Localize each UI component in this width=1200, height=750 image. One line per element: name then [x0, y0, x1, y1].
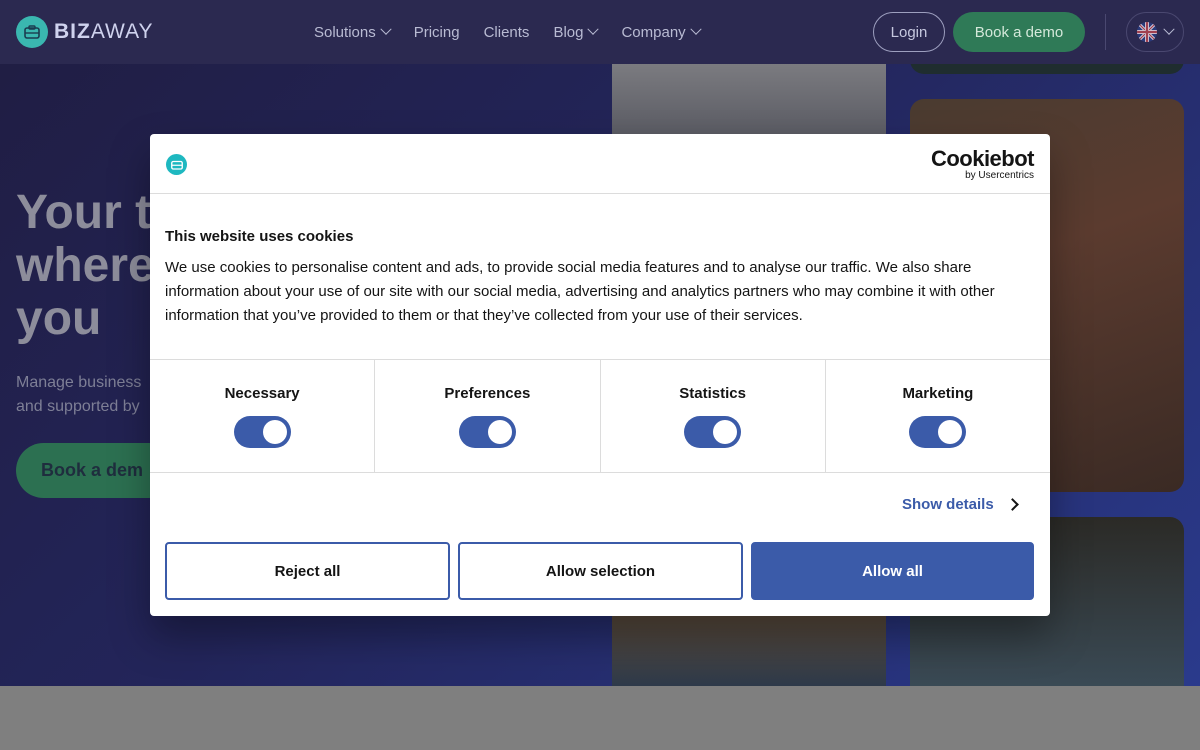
chevron-right-icon: [1005, 498, 1019, 511]
chevron-down-icon: [1163, 23, 1175, 35]
necessary-switch[interactable]: [233, 416, 291, 448]
switch-knob: [938, 420, 963, 444]
preferences-switch[interactable]: [458, 416, 516, 448]
switch-knob: [262, 420, 287, 444]
switch-knob: [487, 420, 512, 444]
toggle-label: Necessary: [224, 385, 300, 402]
cookiebot-logo[interactable]: Cookiebot by Usercentrics: [930, 146, 1035, 182]
allow-selection-button[interactable]: Allow selection: [458, 542, 743, 600]
toggle-preferences: Preferences: [375, 360, 601, 472]
toggle-label: Statistics: [679, 385, 746, 402]
hero-photo-office: [612, 64, 886, 136]
switch-knob: [713, 420, 738, 444]
chevron-down-icon: [690, 23, 702, 35]
cookie-consent-dialog: Cookiebot by Usercentrics This website u…: [150, 134, 1050, 616]
statistics-switch[interactable]: [684, 416, 742, 448]
nav-item-company[interactable]: Company: [621, 23, 702, 41]
toggle-marketing: Marketing: [826, 360, 1050, 472]
login-button[interactable]: Login: [873, 12, 945, 52]
chevron-down-icon: [380, 23, 392, 35]
suitcase-icon: [16, 16, 48, 48]
chevron-down-icon: [587, 23, 600, 35]
dialog-header: Cookiebot by Usercentrics: [150, 134, 1050, 194]
brand-name: BIZAWAY: [54, 20, 154, 43]
show-details-link[interactable]: Show details: [902, 496, 1019, 513]
cookiebot-by: by Usercentrics: [965, 170, 1034, 181]
show-details-label: Show details: [902, 496, 994, 513]
site-logo-icon: [166, 154, 187, 175]
nav-item-solutions[interactable]: Solutions: [314, 23, 392, 41]
dialog-buttons: Reject all Allow selection Allow all: [165, 542, 1034, 600]
uk-flag-icon: [1137, 22, 1157, 42]
hero-photo-traveler: [612, 614, 886, 686]
reject-all-button[interactable]: Reject all: [165, 542, 450, 600]
cookiebot-name: Cookiebot: [930, 146, 1035, 171]
toggle-necessary: Necessary: [150, 360, 376, 472]
consent-toggles: Necessary Preferences Statistics Marketi…: [150, 359, 1050, 473]
brand-logo[interactable]: BIZAWAY: [16, 16, 154, 48]
toggle-label: Marketing: [902, 385, 974, 402]
top-navbar: BIZAWAY Solutions Pricing Clients Blog C…: [0, 0, 1200, 64]
marketing-switch[interactable]: [909, 416, 967, 448]
nav-links: Solutions Pricing Clients Blog Company: [314, 0, 702, 64]
nav-item-pricing[interactable]: Pricing: [414, 24, 460, 41]
toggle-statistics: Statistics: [601, 360, 826, 472]
dialog-description: We use cookies to personalise content an…: [165, 259, 995, 324]
allow-all-button[interactable]: Allow all: [751, 542, 1034, 600]
book-demo-nav-button[interactable]: Book a demo: [953, 12, 1085, 52]
nav-item-clients[interactable]: Clients: [484, 24, 530, 41]
language-selector[interactable]: [1126, 12, 1184, 52]
nav-divider: [1105, 14, 1106, 50]
dialog-title: This website uses cookies: [165, 228, 354, 245]
below-hero-section: [0, 686, 1200, 750]
nav-item-blog[interactable]: Blog: [553, 23, 600, 41]
toggle-label: Preferences: [444, 385, 531, 402]
